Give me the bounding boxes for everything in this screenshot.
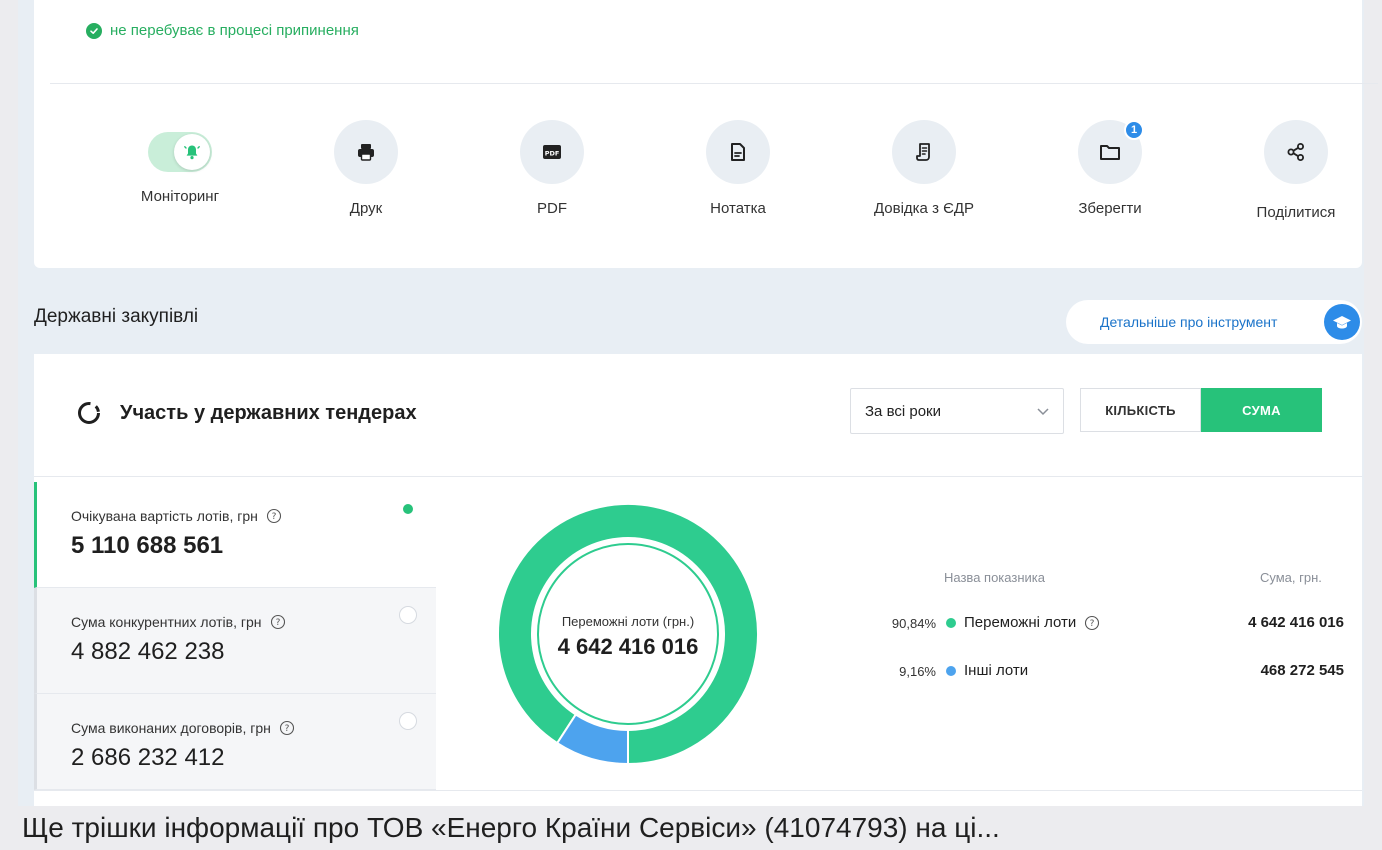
edr-action[interactable]: Довідка з ЄДР <box>844 120 1004 217</box>
note-label: Нотатка <box>710 200 766 217</box>
svg-text:?: ? <box>1090 619 1095 629</box>
metric-label: Очікувана вартість лотів, грн ? <box>71 508 282 524</box>
svg-text:?: ? <box>275 618 280 628</box>
save-label: Зберегти <box>1078 200 1142 217</box>
pdf-label: PDF <box>537 200 567 217</box>
more-about-tool-label: Детальніше про інструмент <box>1100 314 1278 330</box>
save-button[interactable]: 1 <box>1078 120 1144 184</box>
note-action[interactable]: Нотатка <box>658 120 818 217</box>
print-action[interactable]: Друк <box>286 120 446 217</box>
share-button[interactable] <box>1264 120 1328 184</box>
footer-text: Ще трішки інформації про ТОВ «Енерго Кра… <box>22 812 1000 843</box>
svg-text:?: ? <box>272 512 277 522</box>
help-icon[interactable]: ? <box>1084 615 1100 631</box>
company-status: не перебуває в процесі припинення <box>86 22 359 39</box>
legend-dot-winning <box>946 618 956 628</box>
metric-radio[interactable] <box>399 606 417 624</box>
document-icon <box>916 143 930 161</box>
check-circle-icon <box>86 22 102 39</box>
more-about-tool-button[interactable]: Детальніше про інструмент <box>1066 300 1362 344</box>
save-count-badge: 1 <box>1124 120 1144 140</box>
legend-percent: 90,84% <box>891 616 936 631</box>
print-label: Друк <box>349 200 383 217</box>
metric-radio-selected[interactable] <box>399 500 417 518</box>
donut-center-label: Переможні лоти (грн.) <box>561 614 695 629</box>
legend-header-name: Назва показника <box>944 570 1045 585</box>
share-action[interactable]: Поділитися <box>1216 120 1376 221</box>
metric-competitive-lots[interactable]: Сума конкурентних лотів, грн ? 4 882 462… <box>34 588 436 694</box>
legend-value: 4 642 416 016 <box>1248 614 1344 631</box>
pdf-icon: PDF <box>543 145 561 159</box>
card-title: Участь у державних тендерах <box>76 400 417 426</box>
period-select[interactable]: За всі роки <box>850 388 1064 434</box>
company-status-text: не перебуває в процесі припинення <box>110 22 359 39</box>
monitoring-label: Моніторинг <box>140 188 220 205</box>
metric-label-text: Сума виконаних договорів, грн <box>71 720 271 736</box>
company-actions-card: не перебуває в процесі припинення Моніто… <box>34 0 1378 268</box>
help-icon[interactable]: ? <box>279 720 295 736</box>
printer-icon <box>358 144 374 161</box>
legend-name: Інші лоти <box>964 662 1028 679</box>
legend-dot-other <box>946 666 956 676</box>
pdf-button[interactable]: PDF <box>520 120 584 184</box>
svg-text:?: ? <box>285 724 290 734</box>
metric-label-text: Очікувана вартість лотів, грн <box>71 508 258 524</box>
monitoring-toggle[interactable] <box>148 132 212 172</box>
divider <box>34 790 1362 791</box>
monitoring-action[interactable]: Моніторинг <box>100 120 260 205</box>
metric-radio[interactable] <box>399 712 417 730</box>
card-title-text: Участь у державних тендерах <box>120 401 417 424</box>
count-sum-toggle: КІЛЬКІСТЬ СУМА <box>1080 388 1322 432</box>
legend-percent: 9,16% <box>899 664 936 679</box>
tenders-card: Участь у державних тендерах За всі роки … <box>34 354 1362 806</box>
edr-label: Довідка з ЄДР <box>873 200 975 217</box>
metric-expected-value[interactable]: Очікувана вартість лотів, грн ? 5 110 68… <box>34 482 436 588</box>
legend-header-sum: Сума, грн. <box>1260 570 1322 585</box>
note-button[interactable] <box>706 120 770 184</box>
donut-center-value: 4 642 416 016 <box>557 634 699 659</box>
graduation-cap-icon <box>1324 304 1360 340</box>
section-title: Державні закупівлі <box>34 306 199 327</box>
metric-label-text: Сума конкурентних лотів, грн <box>71 614 262 630</box>
action-bar: Моніторинг Друк PDF PDF Нотатка Довідка … <box>50 120 1378 240</box>
metric-label: Сума конкурентних лотів, грн ? <box>71 614 286 630</box>
metric-value: 5 110 688 561 <box>71 532 224 559</box>
svg-text:PDF: PDF <box>545 149 560 157</box>
bell-icon <box>174 134 210 170</box>
edr-button[interactable] <box>892 120 956 184</box>
folder-icon <box>1100 145 1120 160</box>
pdf-action[interactable]: PDF PDF <box>472 120 632 217</box>
tenders-donut-chart: Переможні лоти (грн.) 4 642 416 016 <box>497 503 759 766</box>
divider <box>50 83 1378 84</box>
legend-row-other: 9,16% Інші лоти 468 272 545 <box>854 660 1344 682</box>
metric-value: 4 882 462 238 <box>71 638 225 665</box>
chevron-down-icon <box>1037 408 1049 416</box>
period-select-value: За всі роки <box>865 402 941 420</box>
loading-ring-icon <box>78 402 100 424</box>
print-button[interactable] <box>334 120 398 184</box>
sum-toggle-button[interactable]: СУМА <box>1201 388 1322 432</box>
share-label: Поділитися <box>1256 204 1336 221</box>
note-icon <box>731 143 745 161</box>
legend-name-text: Переможні лоти <box>964 614 1077 631</box>
legend-value: 468 272 545 <box>1260 662 1344 679</box>
metric-completed-contracts[interactable]: Сума виконаних договорів, грн ? 2 686 23… <box>34 694 436 790</box>
legend-name-text: Інші лоти <box>964 662 1029 679</box>
legend-name: Переможні лоти ? <box>964 614 1100 631</box>
count-toggle-button[interactable]: КІЛЬКІСТЬ <box>1080 388 1201 432</box>
share-icon <box>1287 143 1304 161</box>
help-icon[interactable]: ? <box>270 614 286 630</box>
metric-value: 2 686 232 412 <box>71 744 225 771</box>
metric-label: Сума виконаних договорів, грн ? <box>71 720 295 736</box>
legend-row-winning: 90,84% Переможні лоти ? 4 642 416 016 <box>854 612 1344 634</box>
divider <box>34 476 1362 477</box>
help-icon[interactable]: ? <box>266 508 282 524</box>
save-action[interactable]: 1 Зберегти <box>1030 120 1190 217</box>
